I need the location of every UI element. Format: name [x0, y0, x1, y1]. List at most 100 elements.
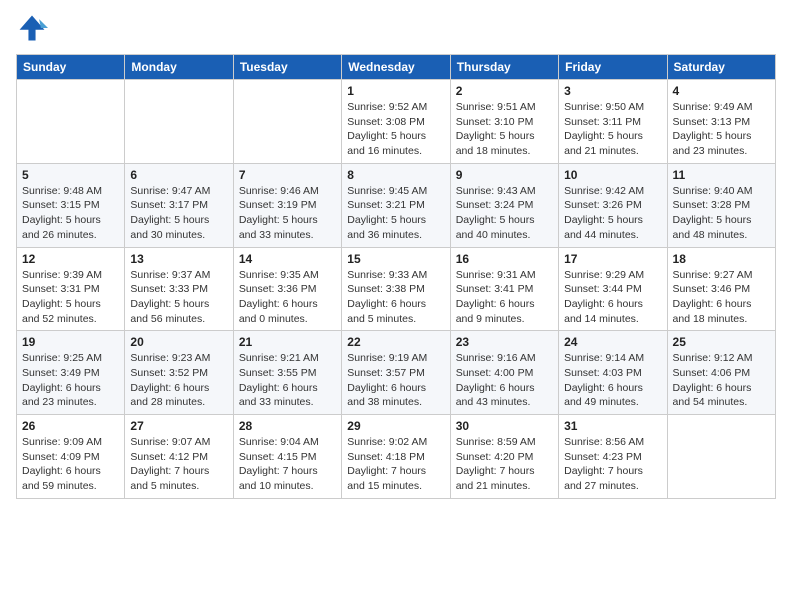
- calendar-day-cell: 11 Sunrise: 9:40 AM Sunset: 3:28 PM Dayli…: [667, 163, 775, 247]
- calendar-day-cell: 18Sunrise: 9:27 AM Sunset: 3:46 PM Dayli…: [667, 247, 775, 331]
- day-number: 8: [347, 168, 444, 182]
- day-number: 7: [239, 168, 336, 182]
- calendar-empty-cell: [17, 80, 125, 164]
- header: [16, 12, 776, 44]
- weekday-header-thursday: Thursday: [450, 55, 558, 80]
- day-info: Sunrise: 9:52 AM Sunset: 3:08 PM Dayligh…: [347, 100, 444, 159]
- day-number: 24: [564, 335, 661, 349]
- day-number: 4: [673, 84, 770, 98]
- calendar-empty-cell: [125, 80, 233, 164]
- day-number: 19: [22, 335, 119, 349]
- calendar-day-cell: 19Sunrise: 9:25 AM Sunset: 3:49 PM Dayli…: [17, 331, 125, 415]
- calendar: SundayMondayTuesdayWednesdayThursdayFrid…: [16, 54, 776, 499]
- calendar-day-cell: 4 Sunrise: 9:49 AM Sunset: 3:13 PM Daylig…: [667, 80, 775, 164]
- calendar-day-cell: 25Sunrise: 9:12 AM Sunset: 4:06 PM Dayli…: [667, 331, 775, 415]
- day-info: Sunrise: 9:50 AM Sunset: 3:11 PM Dayligh…: [564, 100, 661, 159]
- calendar-day-cell: 21Sunrise: 9:21 AM Sunset: 3:55 PM Dayli…: [233, 331, 341, 415]
- day-info: Sunrise: 8:59 AM Sunset: 4:20 PM Dayligh…: [456, 435, 553, 494]
- calendar-day-cell: 7 Sunrise: 9:46 AM Sunset: 3:19 PM Daylig…: [233, 163, 341, 247]
- weekday-header-wednesday: Wednesday: [342, 55, 450, 80]
- calendar-week-row: 5 Sunrise: 9:48 AM Sunset: 3:15 PM Daylig…: [17, 163, 776, 247]
- day-info: Sunrise: 9:39 AM Sunset: 3:31 PM Dayligh…: [22, 268, 119, 327]
- day-info: Sunrise: 9:27 AM Sunset: 3:46 PM Dayligh…: [673, 268, 770, 327]
- day-info: Sunrise: 9:29 AM Sunset: 3:44 PM Dayligh…: [564, 268, 661, 327]
- day-info: Sunrise: 8:56 AM Sunset: 4:23 PM Dayligh…: [564, 435, 661, 494]
- calendar-empty-cell: [667, 415, 775, 499]
- day-number: 6: [130, 168, 227, 182]
- day-number: 27: [130, 419, 227, 433]
- day-info: Sunrise: 9:47 AM Sunset: 3:17 PM Dayligh…: [130, 184, 227, 243]
- day-number: 20: [130, 335, 227, 349]
- weekday-header-friday: Friday: [559, 55, 667, 80]
- weekday-header-saturday: Saturday: [667, 55, 775, 80]
- day-number: 28: [239, 419, 336, 433]
- weekday-header-monday: Monday: [125, 55, 233, 80]
- calendar-day-cell: 3Sunrise: 9:50 AM Sunset: 3:11 PM Daylig…: [559, 80, 667, 164]
- day-number: 13: [130, 252, 227, 266]
- day-number: 9: [456, 168, 553, 182]
- day-info: Sunrise: 9:07 AM Sunset: 4:12 PM Dayligh…: [130, 435, 227, 494]
- day-number: 29: [347, 419, 444, 433]
- day-number: 5: [22, 168, 119, 182]
- day-info: Sunrise: 9:19 AM Sunset: 3:57 PM Dayligh…: [347, 351, 444, 410]
- page: SundayMondayTuesdayWednesdayThursdayFrid…: [0, 0, 792, 612]
- day-info: Sunrise: 9:45 AM Sunset: 3:21 PM Dayligh…: [347, 184, 444, 243]
- day-info: Sunrise: 9:02 AM Sunset: 4:18 PM Dayligh…: [347, 435, 444, 494]
- day-number: 12: [22, 252, 119, 266]
- day-info: Sunrise: 9:51 AM Sunset: 3:10 PM Dayligh…: [456, 100, 553, 159]
- calendar-day-cell: 20 Sunrise: 9:23 AM Sunset: 3:52 PM Dayli…: [125, 331, 233, 415]
- calendar-day-cell: 8 Sunrise: 9:45 AM Sunset: 3:21 PM Daylig…: [342, 163, 450, 247]
- calendar-empty-cell: [233, 80, 341, 164]
- calendar-day-cell: 30 Sunrise: 8:59 AM Sunset: 4:20 PM Dayli…: [450, 415, 558, 499]
- calendar-day-cell: 10Sunrise: 9:42 AM Sunset: 3:26 PM Dayli…: [559, 163, 667, 247]
- day-info: Sunrise: 9:43 AM Sunset: 3:24 PM Dayligh…: [456, 184, 553, 243]
- calendar-week-row: 26 Sunrise: 9:09 AM Sunset: 4:09 PM Dayli…: [17, 415, 776, 499]
- day-number: 15: [347, 252, 444, 266]
- day-number: 26: [22, 419, 119, 433]
- day-info: Sunrise: 9:48 AM Sunset: 3:15 PM Dayligh…: [22, 184, 119, 243]
- day-info: Sunrise: 9:23 AM Sunset: 3:52 PM Dayligh…: [130, 351, 227, 410]
- day-info: Sunrise: 9:49 AM Sunset: 3:13 PM Dayligh…: [673, 100, 770, 159]
- day-number: 17: [564, 252, 661, 266]
- day-info: Sunrise: 9:37 AM Sunset: 3:33 PM Dayligh…: [130, 268, 227, 327]
- calendar-week-row: 12 Sunrise: 9:39 AM Sunset: 3:31 PM Dayli…: [17, 247, 776, 331]
- day-info: Sunrise: 9:04 AM Sunset: 4:15 PM Dayligh…: [239, 435, 336, 494]
- day-number: 21: [239, 335, 336, 349]
- calendar-day-cell: 13 Sunrise: 9:37 AM Sunset: 3:33 PM Dayli…: [125, 247, 233, 331]
- day-info: Sunrise: 9:35 AM Sunset: 3:36 PM Dayligh…: [239, 268, 336, 327]
- day-number: 2: [456, 84, 553, 98]
- day-info: Sunrise: 9:14 AM Sunset: 4:03 PM Dayligh…: [564, 351, 661, 410]
- day-number: 23: [456, 335, 553, 349]
- calendar-day-cell: 5 Sunrise: 9:48 AM Sunset: 3:15 PM Daylig…: [17, 163, 125, 247]
- logo-icon: [16, 12, 48, 44]
- day-number: 25: [673, 335, 770, 349]
- day-info: Sunrise: 9:09 AM Sunset: 4:09 PM Dayligh…: [22, 435, 119, 494]
- day-info: Sunrise: 9:31 AM Sunset: 3:41 PM Dayligh…: [456, 268, 553, 327]
- calendar-day-cell: 29 Sunrise: 9:02 AM Sunset: 4:18 PM Dayli…: [342, 415, 450, 499]
- day-number: 14: [239, 252, 336, 266]
- calendar-day-cell: 6 Sunrise: 9:47 AM Sunset: 3:17 PM Daylig…: [125, 163, 233, 247]
- day-number: 30: [456, 419, 553, 433]
- day-number: 10: [564, 168, 661, 182]
- calendar-day-cell: 23 Sunrise: 9:16 AM Sunset: 4:00 PM Dayli…: [450, 331, 558, 415]
- weekday-header-row: SundayMondayTuesdayWednesdayThursdayFrid…: [17, 55, 776, 80]
- calendar-week-row: 19Sunrise: 9:25 AM Sunset: 3:49 PM Dayli…: [17, 331, 776, 415]
- day-number: 31: [564, 419, 661, 433]
- day-info: Sunrise: 9:33 AM Sunset: 3:38 PM Dayligh…: [347, 268, 444, 327]
- weekday-header-tuesday: Tuesday: [233, 55, 341, 80]
- calendar-day-cell: 2 Sunrise: 9:51 AM Sunset: 3:10 PM Daylig…: [450, 80, 558, 164]
- calendar-day-cell: 17 Sunrise: 9:29 AM Sunset: 3:44 PM Dayli…: [559, 247, 667, 331]
- day-info: Sunrise: 9:40 AM Sunset: 3:28 PM Dayligh…: [673, 184, 770, 243]
- calendar-day-cell: 27 Sunrise: 9:07 AM Sunset: 4:12 PM Dayli…: [125, 415, 233, 499]
- calendar-day-cell: 22Sunrise: 9:19 AM Sunset: 3:57 PM Dayli…: [342, 331, 450, 415]
- calendar-day-cell: 16 Sunrise: 9:31 AM Sunset: 3:41 PM Dayli…: [450, 247, 558, 331]
- day-number: 11: [673, 168, 770, 182]
- day-info: Sunrise: 9:46 AM Sunset: 3:19 PM Dayligh…: [239, 184, 336, 243]
- day-info: Sunrise: 9:16 AM Sunset: 4:00 PM Dayligh…: [456, 351, 553, 410]
- calendar-day-cell: 15 Sunrise: 9:33 AM Sunset: 3:38 PM Dayli…: [342, 247, 450, 331]
- weekday-header-sunday: Sunday: [17, 55, 125, 80]
- calendar-day-cell: 28 Sunrise: 9:04 AM Sunset: 4:15 PM Dayli…: [233, 415, 341, 499]
- day-number: 16: [456, 252, 553, 266]
- calendar-day-cell: 9 Sunrise: 9:43 AM Sunset: 3:24 PM Daylig…: [450, 163, 558, 247]
- calendar-day-cell: 26 Sunrise: 9:09 AM Sunset: 4:09 PM Dayli…: [17, 415, 125, 499]
